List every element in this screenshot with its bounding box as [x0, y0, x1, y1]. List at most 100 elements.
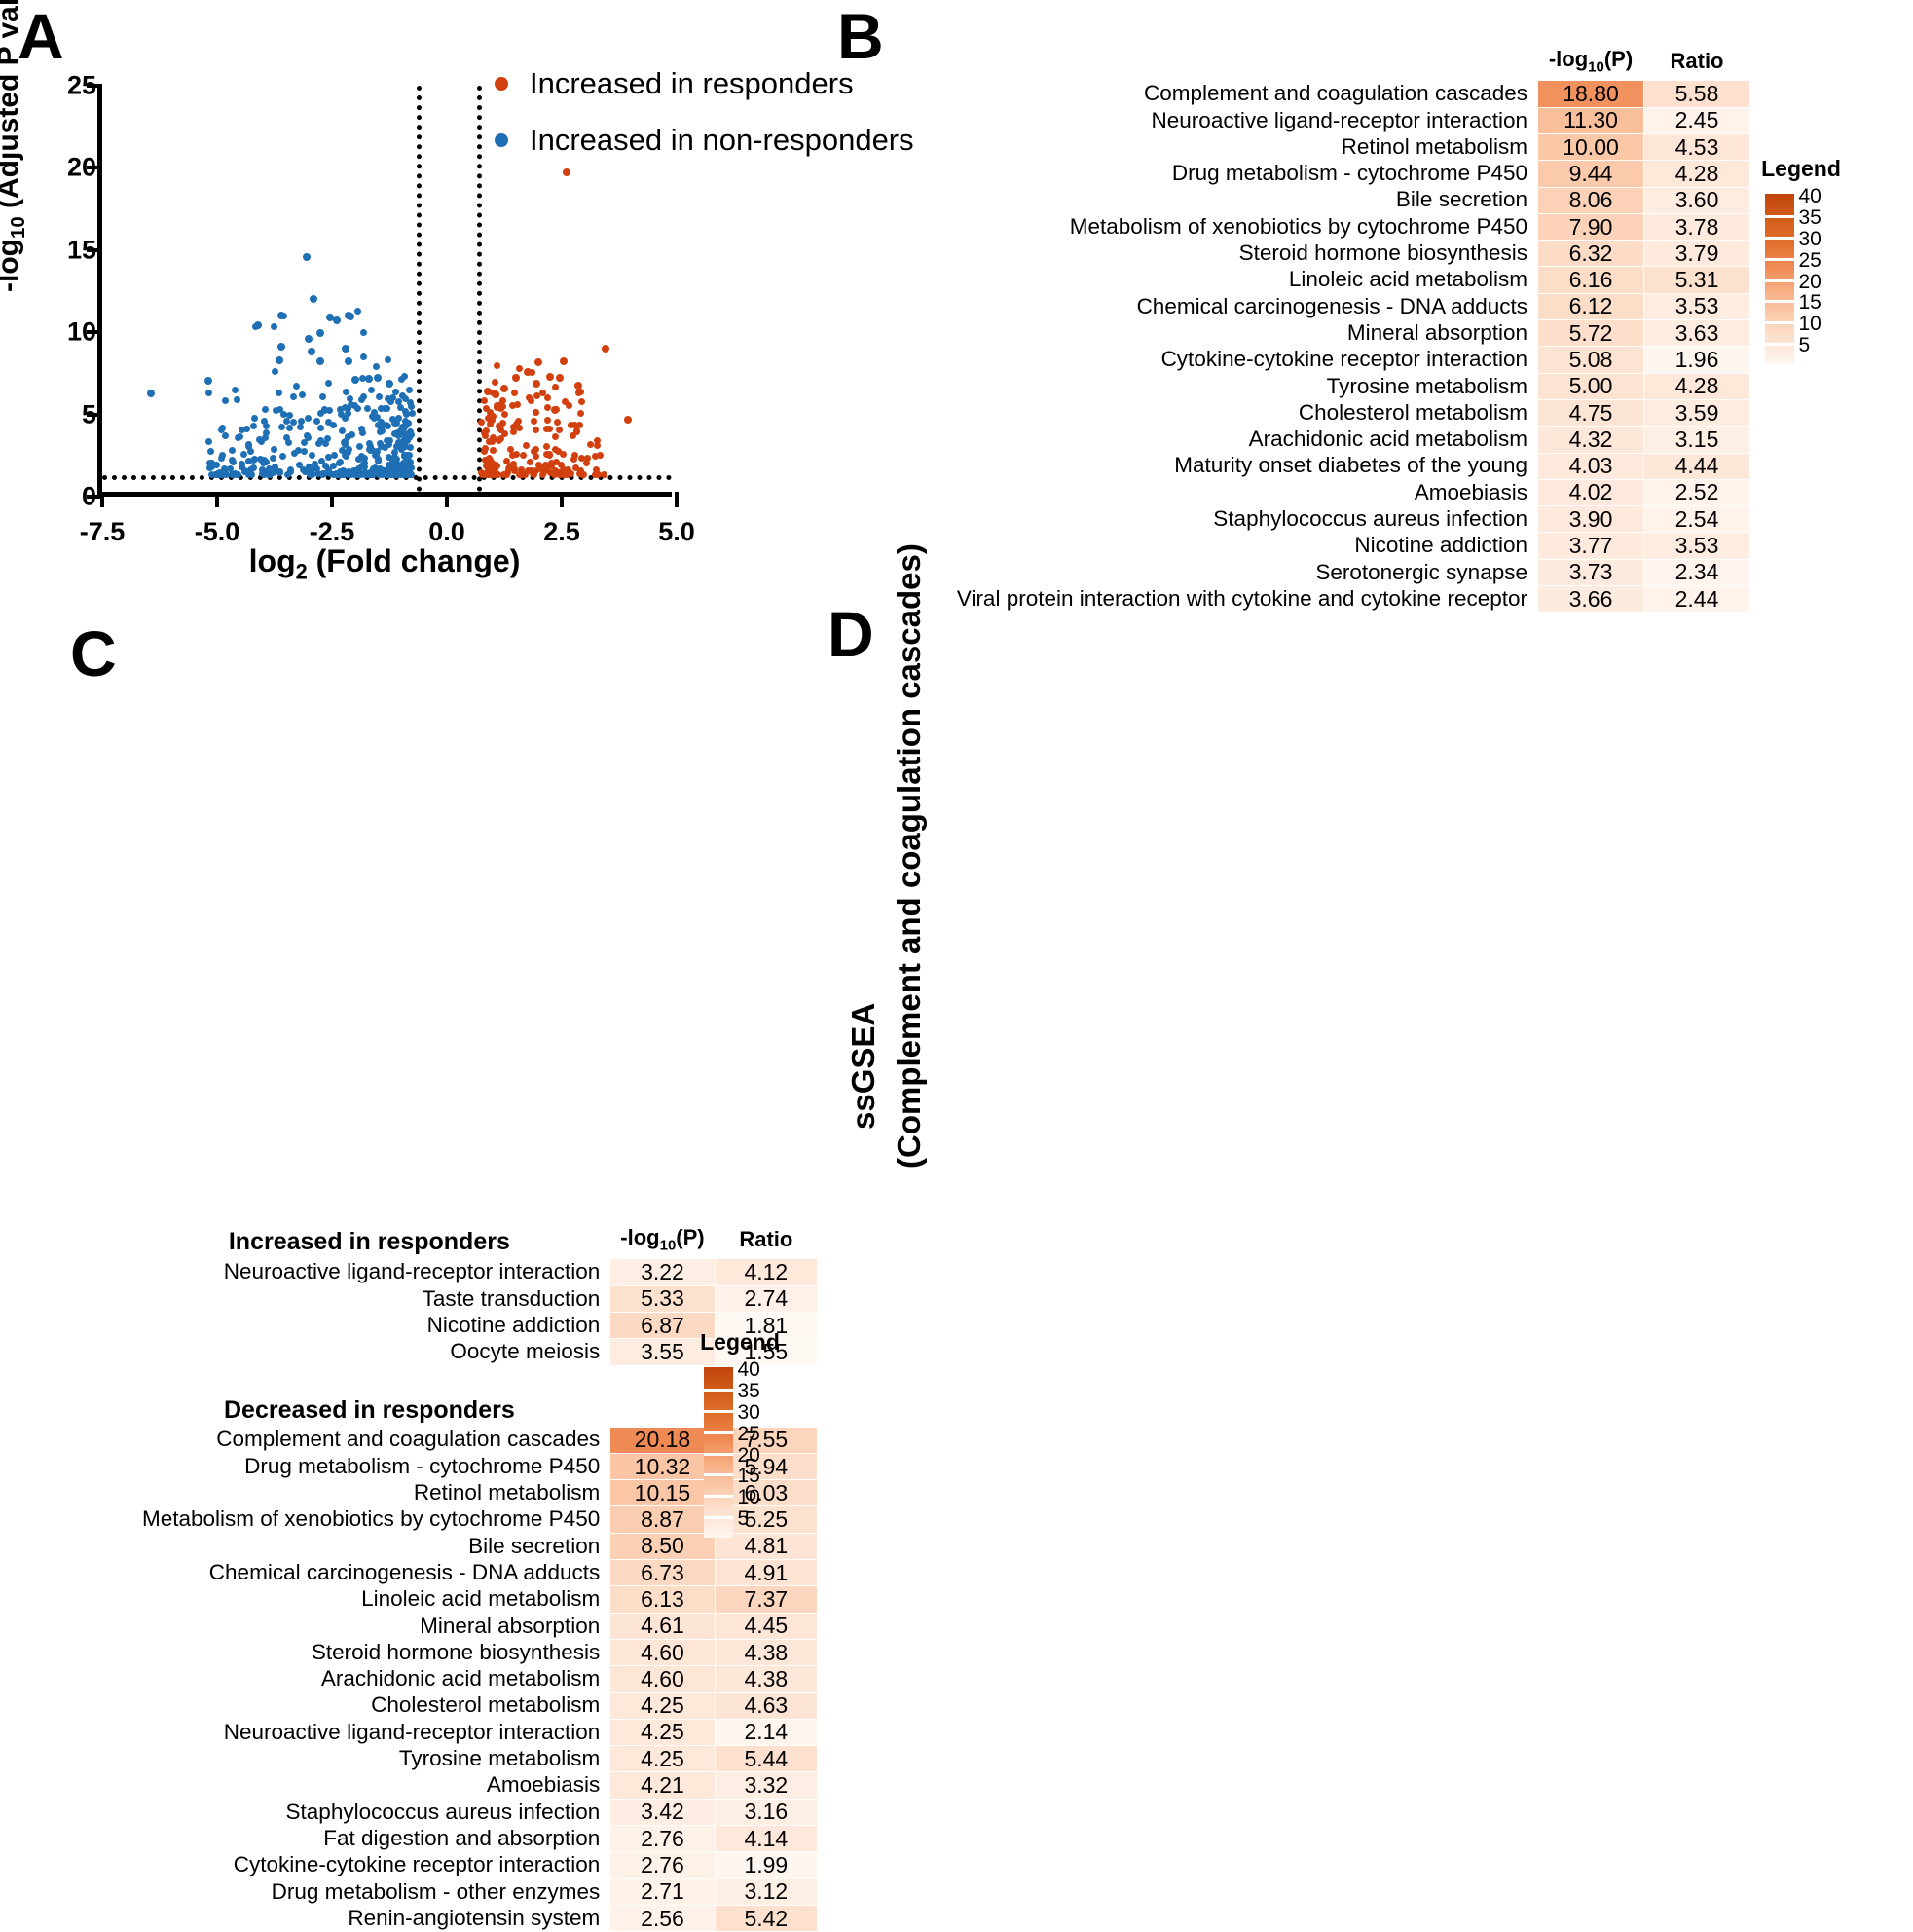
- scatter-point: [234, 470, 241, 478]
- scatter-point: [364, 375, 373, 384]
- panel-b-heatmap-table: -log10(P) Ratio Complement and coagulati…: [957, 47, 1750, 613]
- table-row: Renin-angiotensin system 2.56 5.42: [142, 1904, 819, 1932]
- scatter-point: [360, 353, 368, 360]
- scatter-point: [573, 382, 582, 390]
- table-row: Cholesterol metabolism 4.75 3.59: [957, 398, 1750, 427]
- pathway-label: Complement and coagulation cascades: [1144, 81, 1527, 106]
- scatter-point: [251, 414, 259, 422]
- scatter-point: [347, 394, 354, 402]
- pathway-label: Tyrosine metabolism: [1326, 373, 1527, 398]
- scatter-point: [576, 389, 584, 396]
- cell-ratio: 1.99: [714, 1851, 819, 1879]
- scatter-point: [396, 427, 404, 434]
- table-row: Mineral absorption 5.72 3.63: [957, 319, 1750, 348]
- table-row: Neuroactive ligand-receptor interaction 1…: [957, 106, 1750, 134]
- pathway-label: Fat digestion and absorption: [323, 1825, 601, 1850]
- table-row: Tyrosine metabolism 5.00 4.28: [957, 372, 1750, 400]
- scatter-point: [379, 427, 386, 435]
- scatter-point: [333, 471, 341, 479]
- scatter-point: [296, 423, 304, 430]
- table-row: Nicotine addiction 3.77 3.53: [957, 532, 1750, 560]
- cell-logp: 3.22: [609, 1258, 716, 1286]
- pathway-label: Metabolism of xenobiotics by cytochrome …: [142, 1506, 601, 1532]
- pathway-label: Bile secretion: [1395, 187, 1527, 212]
- scatter-point: [207, 448, 214, 456]
- scatter-point: [232, 387, 239, 394]
- cell-logp: 9.44: [1537, 160, 1644, 188]
- table-row: Neuroactive ligand-receptor interaction 4…: [142, 1718, 819, 1747]
- scatter-point: [516, 425, 524, 432]
- cell-ratio: 4.38: [714, 1638, 819, 1667]
- scatter-point: [562, 397, 570, 405]
- scatter-point: [319, 393, 327, 401]
- cell-logp: 4.32: [1537, 426, 1644, 454]
- cell-logp: 8.06: [1537, 186, 1644, 214]
- scatter-point: [256, 435, 264, 443]
- table-row: Arachidonic acid metabolism 4.32 3.15: [957, 426, 1750, 454]
- scatter-point: [497, 434, 504, 442]
- panel-b-header-logp: -log10(P): [1548, 47, 1634, 76]
- table-row: Amoebiasis 4.02 2.52: [957, 478, 1750, 507]
- scatter-point: [407, 398, 415, 406]
- cell-logp: 4.25: [609, 1745, 716, 1773]
- scatter-point: [572, 427, 580, 435]
- cell-logp: 6.16: [1537, 266, 1644, 294]
- table-row: Linoleic acid metabolism 6.13 7.37: [142, 1585, 819, 1614]
- scatter-point: [310, 295, 318, 304]
- cell-logp: 4.25: [609, 1718, 716, 1747]
- pathway-label: Arachidonic acid metabolism: [1248, 427, 1527, 452]
- table-row: Complement and coagulation cascades 18.80…: [957, 80, 1750, 108]
- cell-ratio: 3.32: [714, 1771, 819, 1800]
- scatter-point: [357, 395, 365, 403]
- cell-logp: 7.90: [1537, 212, 1644, 242]
- pathway-label: Cytokine-cytokine receptor interaction: [233, 1852, 601, 1877]
- scatter-point: [555, 471, 563, 479]
- scatter-point: [518, 470, 526, 478]
- panel-a-xtick-2_5: 2.5: [543, 517, 580, 546]
- scatter-point: [285, 424, 293, 431]
- cell-ratio: 4.91: [714, 1559, 819, 1587]
- scatter-point: [211, 470, 219, 478]
- scatter-point: [369, 446, 377, 454]
- scatter-point: [533, 379, 541, 388]
- table-row: Steroid hormone biosynthesis 4.60 4.38: [142, 1638, 819, 1667]
- scatter-point: [527, 459, 534, 466]
- panel-b-legend: Legend 40 35 30 25 20 15 10 5: [1733, 156, 1869, 364]
- table-row: Linoleic acid metabolism 6.16 5.31: [957, 266, 1750, 294]
- panel-a-threshold-line-left: [417, 86, 423, 492]
- scatter-point: [388, 460, 396, 467]
- scatter-point: [592, 452, 600, 460]
- scatter-point: [409, 409, 416, 417]
- scatter-point: [350, 376, 359, 385]
- scatter-point: [249, 422, 257, 429]
- pathway-label: Neuroactive ligand-receptor interaction: [1151, 107, 1527, 132]
- scatter-point: [357, 425, 365, 432]
- panel-b-legend-tick-25: 25: [1798, 248, 1821, 272]
- cell-ratio: 3.59: [1643, 398, 1750, 427]
- pathway-label: Complement and coagulation cascades: [216, 1427, 601, 1452]
- table-row: Fat digestion and absorption 2.76 4.14: [142, 1825, 819, 1853]
- panel-d-y-axis-label-line1: ssGSEA: [845, 1002, 881, 1130]
- cell-logp: 10.00: [1537, 132, 1644, 162]
- scatter-point: [233, 396, 240, 404]
- pathway-label: Steroid hormone biosynthesis: [1238, 241, 1527, 266]
- table-row: Drug metabolism - cytochrome P450 9.44 4.2…: [957, 160, 1750, 188]
- scatter-point: [290, 392, 298, 400]
- panel-d-y-axis-label-line2: (Complement and coagulation cascades): [891, 543, 927, 1169]
- scatter-point: [543, 394, 551, 402]
- panel-c-header-logp: -log10(P): [620, 1225, 705, 1254]
- panel-a-x-axis-label: log2 (Fold change): [248, 543, 521, 584]
- scatter-point: [353, 405, 361, 413]
- scatter-point: [552, 433, 560, 441]
- scatter-point: [624, 415, 633, 424]
- cell-logp: 4.60: [609, 1665, 716, 1693]
- pathway-label: Steroid hormone biosynthesis: [311, 1639, 601, 1664]
- scatter-point: [325, 454, 333, 462]
- table-row: Taste transduction 5.33 2.74: [142, 1284, 819, 1313]
- cell-logp: 6.12: [1537, 292, 1644, 321]
- cell-logp: 2.76: [609, 1825, 716, 1853]
- scatter-point: [514, 417, 522, 425]
- scatter-point: [381, 444, 388, 452]
- scatter-point: [228, 446, 236, 454]
- cell-logp: 6.32: [1537, 240, 1644, 268]
